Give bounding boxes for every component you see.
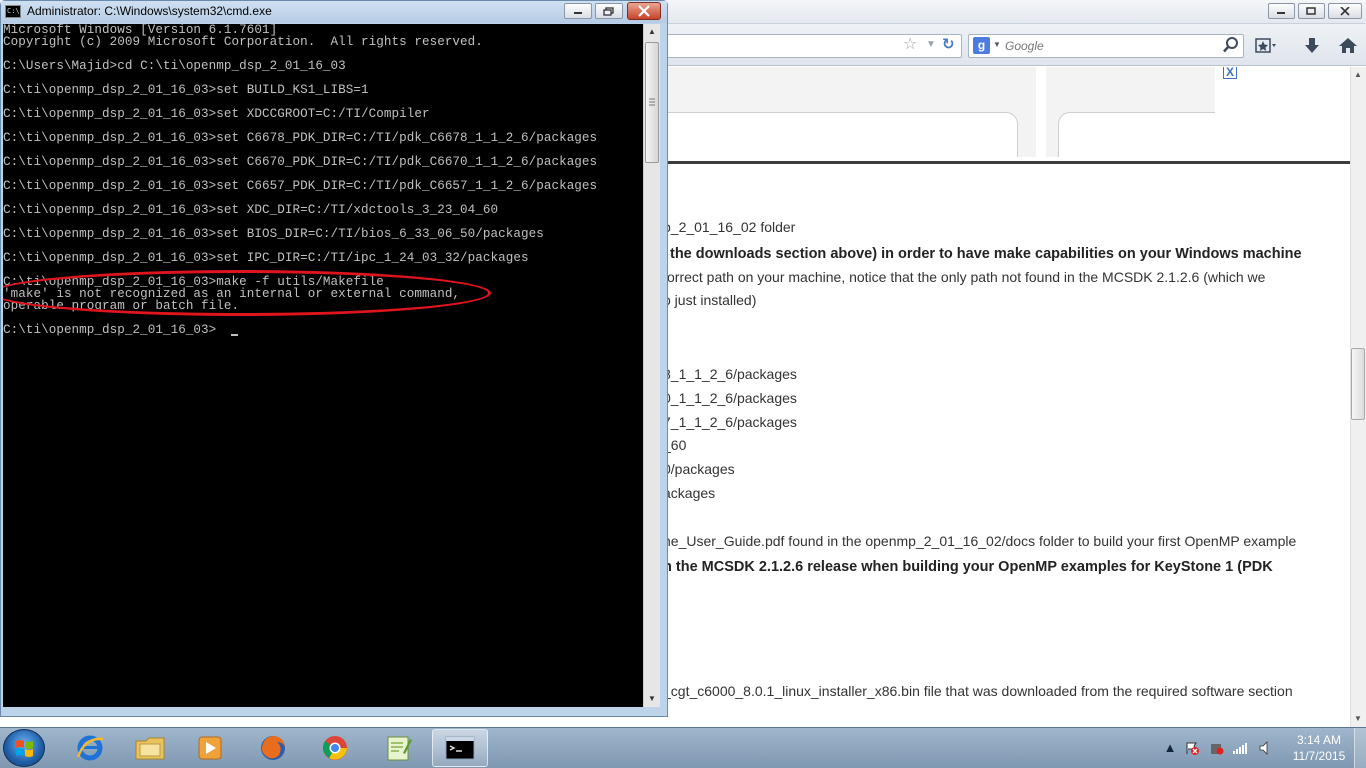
media-player-icon (198, 736, 222, 760)
cmd-close-button[interactable] (627, 2, 661, 20)
console-line: Copyright (c) 2009 Microsoft Corporation… (3, 35, 483, 49)
chrome-icon (323, 736, 347, 760)
article-text: orrect path on your machine, notice that… (667, 269, 1266, 285)
taskbar-command-prompt[interactable] (432, 729, 488, 767)
browser-scrollbar-thumb[interactable] (1351, 348, 1365, 420)
article-text: ackages (663, 485, 716, 501)
article-text: _cgt_c6000_8.0.1_linux_installer_x86.bin… (663, 683, 1293, 699)
article-text: the downloads section above) in order to… (670, 246, 1302, 262)
window-title: Administrator: C:\Windows\system32\cmd.e… (27, 4, 272, 18)
scroll-down-icon[interactable]: ▼ (1350, 711, 1366, 727)
taskbar-internet-explorer[interactable] (62, 729, 118, 767)
scroll-up-icon[interactable]: ▲ (1350, 67, 1366, 83)
start-button[interactable] (3, 729, 45, 767)
google-logo-icon[interactable]: g (973, 37, 990, 54)
console-line: C:\Users\Majid>cd C:\ti\openmp_dsp_2_01_… (3, 59, 346, 73)
error-highlight-annotation (3, 270, 491, 316)
article-text: 8_1_1_2_6/packages (663, 366, 797, 382)
scroll-up-icon[interactable]: ▲ (644, 24, 660, 40)
ad-close-icon[interactable]: X (1223, 67, 1237, 79)
search-input[interactable]: Google (1005, 38, 1205, 54)
taskbar-chrome[interactable] (307, 729, 363, 767)
console-line: C:\ti\openmp_dsp_2_01_16_03>set C6657_PD… (3, 179, 598, 193)
console-line: C:\ti\openmp_dsp_2_01_16_03>set XDCCGROO… (3, 107, 430, 121)
article-text: 7_1_1_2_6/packages (663, 414, 797, 430)
taskbar-media-player[interactable] (182, 729, 238, 767)
article-text: o just installed) (663, 292, 757, 308)
search-icon[interactable] (1222, 36, 1240, 54)
browser-maximize-button[interactable] (1298, 3, 1325, 19)
console-output[interactable]: Microsoft Windows [Version 6.1.7601] Copy… (3, 24, 643, 707)
volume-icon[interactable] (1258, 740, 1274, 756)
ad-divider (1036, 67, 1046, 157)
console-line: C:\ti\openmp_dsp_2_01_16_03>set C6670_PD… (3, 155, 598, 169)
text-cursor (231, 334, 238, 336)
taskbar-windows-explorer[interactable] (122, 729, 178, 767)
ad-card[interactable] (640, 112, 1018, 157)
cmd-window-border (1, 707, 667, 716)
article-text: p_2_01_16_02 folder (663, 219, 796, 235)
browser-close-button[interactable] (1328, 3, 1362, 19)
show-hidden-icons-icon[interactable]: ▲ (1162, 740, 1178, 756)
divider (660, 161, 1350, 164)
cmd-minimize-button[interactable] (564, 3, 592, 19)
article-text: 0/packages (663, 461, 735, 477)
cmd-window: C:\ Administrator: C:\Windows\system32\c… (0, 0, 668, 717)
article-text: n the MCSDK 2.1.2.6 release when buildin… (663, 559, 1273, 575)
bookmark-star-icon[interactable]: ☆ (903, 37, 919, 53)
cmd-scrollbar-thumb[interactable] (645, 42, 659, 163)
console-line: C:\ti\openmp_dsp_2_01_16_03>set IPC_DIR=… (3, 251, 529, 265)
home-icon[interactable] (1337, 36, 1359, 56)
taskbar-firefox[interactable] (245, 729, 301, 767)
downloads-icon[interactable] (1301, 36, 1323, 56)
clock-time[interactable]: 3:14 AM (1288, 733, 1350, 748)
scroll-down-icon[interactable]: ▼ (644, 691, 660, 707)
reload-icon[interactable]: ↻ (942, 37, 958, 53)
browser-minimize-button[interactable] (1268, 3, 1295, 19)
network-signal-icon[interactable] (1232, 740, 1248, 756)
action-center-icon[interactable] (1184, 740, 1200, 756)
console-line: C:\ti\openmp_dsp_2_01_16_03> (3, 323, 217, 337)
bookmarks-icon[interactable] (1255, 36, 1277, 56)
console-line: C:\ti\openmp_dsp_2_01_16_03>set C6678_PD… (3, 131, 598, 145)
cmd-app-icon[interactable]: C:\ (5, 5, 21, 18)
firefox-icon (261, 736, 285, 760)
article-text: ne_User_Guide.pdf found in the openmp_2_… (663, 533, 1297, 549)
folder-icon (135, 737, 165, 760)
show-desktop-button[interactable] (1354, 728, 1366, 768)
taskbar-notepad-plus-plus[interactable] (370, 729, 426, 767)
clock-date[interactable]: 11/7/2015 (1288, 749, 1350, 764)
console-line: C:\ti\openmp_dsp_2_01_16_03>set BIOS_DIR… (3, 227, 544, 241)
history-dropdown-icon[interactable]: ▼ (926, 37, 938, 53)
cmd-maximize-button[interactable] (595, 3, 623, 19)
ad-card[interactable] (1058, 112, 1215, 157)
device-tray-icon[interactable] (1208, 740, 1224, 756)
console-line: C:\ti\openmp_dsp_2_01_16_03>set XDC_DIR=… (3, 203, 499, 217)
search-engine-dropdown-icon[interactable]: ▼ (993, 40, 1001, 49)
article-text: 0_1_1_2_6/packages (663, 390, 797, 406)
internet-explorer-icon (76, 735, 104, 761)
console-line: C:\ti\openmp_dsp_2_01_16_03>set BUILD_KS… (3, 83, 369, 97)
notepad-plus-plus-icon (387, 736, 412, 761)
command-prompt-icon (445, 736, 475, 760)
